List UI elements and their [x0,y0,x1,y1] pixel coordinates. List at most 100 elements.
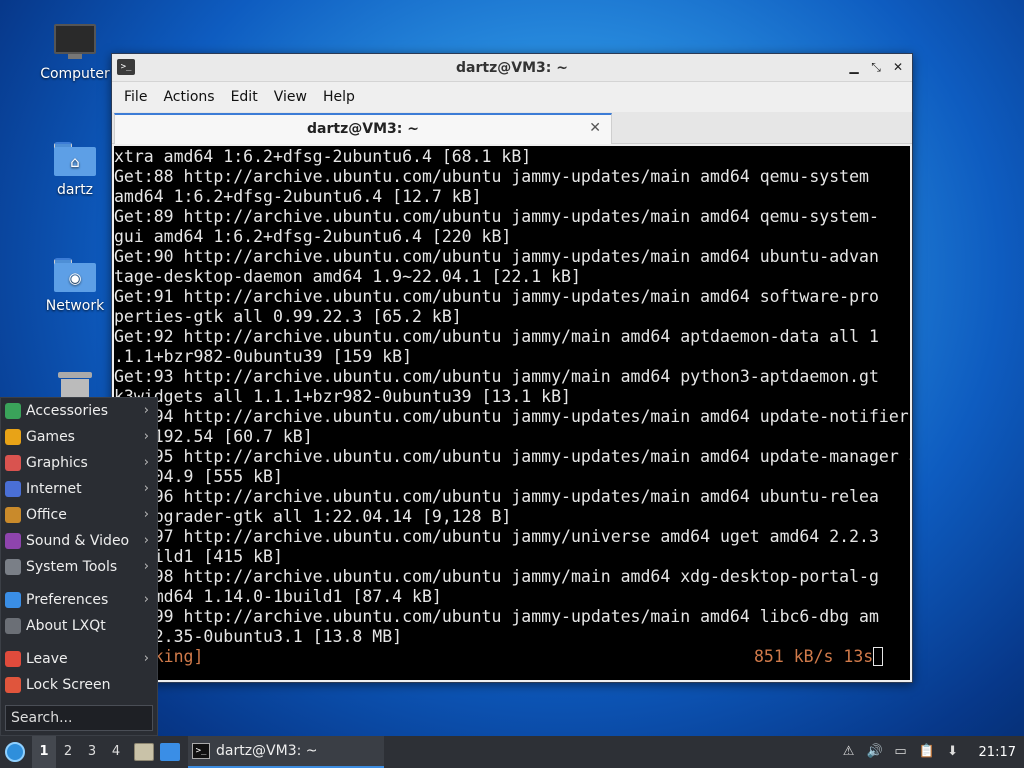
menu-actions[interactable]: Actions [155,82,222,112]
desktop-button-3[interactable]: 3 [80,736,104,768]
desktop-icon-computer[interactable]: Computer [38,24,112,82]
terminal-line: -1build1 [415 kB] [114,547,283,566]
file-manager-icon[interactable] [134,743,154,761]
chevron-right-icon: › [143,429,149,444]
terminal-line: .1.1+bzr982-0ubuntu39 [159 kB] [114,347,413,366]
tab-close-icon[interactable]: ✕ [589,120,601,136]
system-tools-icon [5,559,21,575]
tab-bar: dartz@VM3: ~ ✕ [112,112,912,144]
desktop-button-4[interactable]: 4 [104,736,128,768]
start-menu-item-label: Sound & Video [26,533,130,549]
start-menu-item-label: Office [26,507,67,523]
tab-label: dartz@VM3: ~ [307,121,419,137]
chevron-right-icon: › [143,533,149,548]
start-menu-item[interactable]: System Tools › [1,554,157,580]
clock[interactable]: 21:17 [979,745,1016,760]
terminal-line: Get:99 http://archive.ubuntu.com/ubuntu … [114,607,879,626]
about-icon [5,618,21,634]
terminal-line: se-upgrader-gtk all 1:22.04.14 [9,128 B] [114,507,512,526]
computer-icon [54,24,96,60]
chevron-right-icon: › [143,455,149,470]
terminal-window[interactable]: >_ dartz@VM3: ~ ▁ ⤡ ✕ File Actions Edit … [111,53,913,683]
terminal-line: Get:96 http://archive.ubuntu.com/ubuntu … [114,487,879,506]
terminal-line: Get:98 http://archive.ubuntu.com/ubuntu … [114,567,879,586]
terminal-line: amd64 1:6.2+dfsg-2ubuntu6.4 [12.7 kB] [114,187,482,206]
chevron-right-icon: › [143,481,149,496]
graphics-icon [5,455,21,471]
start-menu-item-label: About LXQt [26,618,106,634]
tab-terminal[interactable]: dartz@VM3: ~ ✕ [114,113,612,144]
menu-separator [1,639,157,646]
taskbar: 1 2 3 4 >_ dartz@VM3: ~ ⚠ 🔊 ▭ 📋 ⬇ 21:17 [0,736,1024,768]
menu-view[interactable]: View [266,82,315,112]
lock-icon [5,677,21,693]
terminal-line: xtra amd64 1:6.2+dfsg-2ubuntu6.4 [68.1 k… [114,147,532,166]
accessories-icon [5,403,21,419]
terminal-task-icon: >_ [192,743,210,759]
status-speed: 851 kB/s 13s [754,647,884,667]
start-menu-item[interactable]: Internet › [1,476,157,502]
start-menu-item-label: Leave [26,651,68,667]
terminal-line: 4 3.192.54 [60.7 kB] [114,427,313,446]
start-menu-item[interactable]: Graphics › [1,450,157,476]
terminal-line: Get:88 http://archive.ubuntu.com/ubuntu … [114,167,869,186]
terminal-output[interactable]: xtra amd64 1:6.2+dfsg-2ubuntu6.4 [68.1 k… [114,146,910,680]
minimize-icon[interactable]: ▁ [846,59,862,75]
leave-icon [5,651,21,667]
start-menu: Accessories › Games › Graphics › Internet › Offi… [0,397,158,736]
start-menu-item[interactable]: Accessories › [1,398,157,424]
desktop-icon-network[interactable]: ◉ Network [38,258,112,314]
terminal-line: gui amd64 1:6.2+dfsg-2ubuntu6.4 [220 kB] [114,227,512,246]
terminal-line: tk amd64 1.14.0-1build1 [87.4 kB] [114,587,442,606]
clipboard-icon[interactable]: 📋 [919,744,935,760]
terminal-line: Get:93 http://archive.ubuntu.com/ubuntu … [114,367,879,386]
terminal-app-icon[interactable]: >_ [117,59,135,75]
task-label: dartz@VM3: ~ [216,743,318,759]
start-menu-item-label: Graphics [26,455,88,471]
start-menu-item-label: System Tools [26,559,118,575]
start-menu-item[interactable]: Lock Screen [1,672,157,698]
start-menu-search-input[interactable]: Search... [5,705,153,731]
quicklaunch [134,743,180,761]
menubar: File Actions Edit View Help [112,82,912,112]
start-menu-item[interactable]: Preferences › [1,587,157,613]
menu-edit[interactable]: Edit [223,82,266,112]
start-menu-item[interactable]: Sound & Video › [1,528,157,554]
desktop-icon-home[interactable]: ⌂ dartz [38,142,112,198]
update-icon[interactable]: ⬇ [945,744,961,760]
start-menu-item-label: Preferences [26,592,109,608]
volume-icon[interactable]: 🔊 [867,744,883,760]
network-tray-icon[interactable]: ▭ [893,744,909,760]
desktop-button-2[interactable]: 2 [56,736,80,768]
start-menu-item-label: Internet [26,481,82,497]
terminal-line: Get:90 http://archive.ubuntu.com/ubuntu … [114,247,879,266]
menu-file[interactable]: File [116,82,155,112]
speed-text: 851 kB/s 13s [754,647,874,666]
start-menu-item-label: Games [26,429,75,445]
desktop-switcher: 1 2 3 4 [32,736,128,768]
taskbar-task-terminal[interactable]: >_ dartz@VM3: ~ [188,736,384,768]
start-menu-item[interactable]: Games › [1,424,157,450]
chevron-right-icon: › [143,592,149,607]
terminal-line: Get:91 http://archive.ubuntu.com/ubuntu … [114,287,879,306]
home-folder-icon: ⌂ [54,142,96,176]
network-folder-icon: ◉ [54,258,96,292]
start-button[interactable] [0,736,30,768]
chevron-right-icon: › [143,651,149,666]
maximize-icon[interactable]: ⤡ [868,59,884,75]
close-icon[interactable]: ✕ [890,59,906,75]
window-titlebar[interactable]: >_ dartz@VM3: ~ ▁ ⤡ ✕ [112,54,912,82]
terminal-line: Get:97 http://archive.ubuntu.com/ubuntu … [114,527,879,546]
terminal-line: Get:94 http://archive.ubuntu.com/ubuntu … [114,407,910,426]
notification-icon[interactable]: ⚠ [841,744,857,760]
games-icon [5,429,21,445]
show-desktop-icon[interactable] [160,743,180,761]
sound-video-icon [5,533,21,549]
terminal-line: k3widgets all 1.1.1+bzr982-0ubuntu39 [13… [114,387,571,406]
desktop-button-1[interactable]: 1 [32,736,56,768]
start-menu-item[interactable]: About LXQt [1,613,157,639]
chevron-right-icon: › [143,507,149,522]
start-menu-item[interactable]: Office › [1,502,157,528]
start-menu-item[interactable]: Leave › [1,646,157,672]
menu-help[interactable]: Help [315,82,363,112]
